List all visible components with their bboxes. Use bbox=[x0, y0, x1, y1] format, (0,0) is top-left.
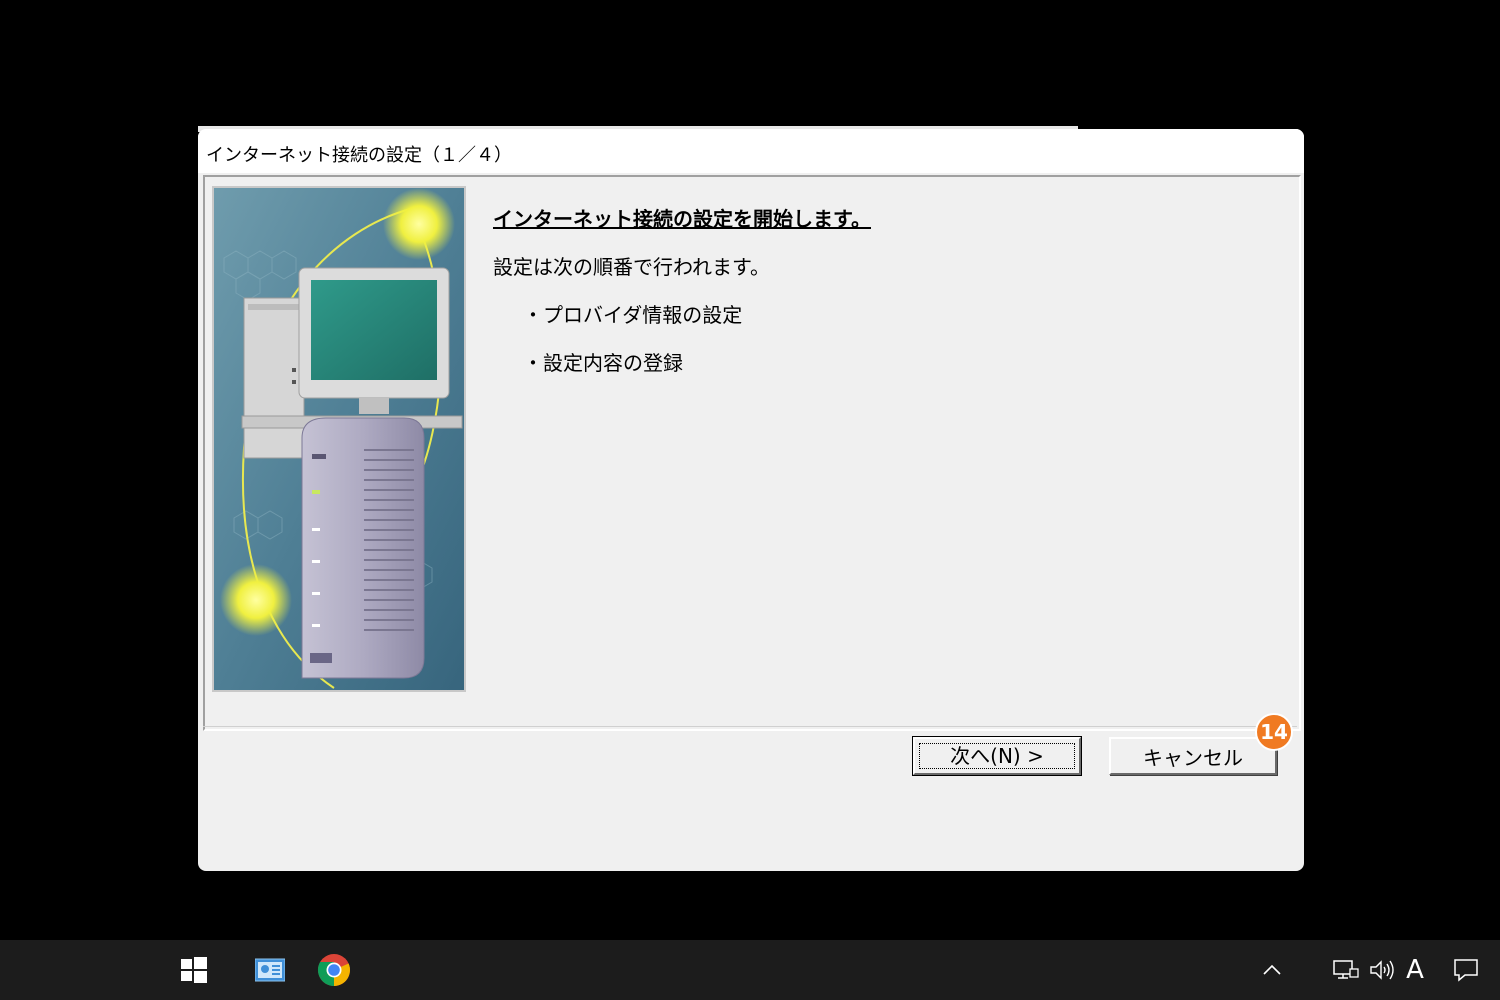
action-center-button[interactable] bbox=[1446, 940, 1486, 1000]
start-button[interactable] bbox=[170, 940, 218, 1000]
step-number-badge: 14 bbox=[1255, 713, 1293, 751]
notification-icon bbox=[1454, 959, 1478, 982]
desktop: インターネット接続の設定（１／４） インターネット接続の設定を開始します。 設定… bbox=[0, 0, 1500, 940]
wizard-intro-text: 設定は次の順番で行われます。 bbox=[493, 255, 770, 279]
step-register-settings: ・設定内容の登録 bbox=[523, 351, 683, 375]
chrome-icon bbox=[317, 954, 350, 987]
speaker-icon bbox=[1370, 960, 1394, 980]
tray-volume[interactable] bbox=[1364, 940, 1400, 1000]
step-provider-info: ・プロバイダ情報の設定 bbox=[523, 303, 743, 327]
cancel-button[interactable]: キャンセル bbox=[1109, 737, 1277, 775]
network-icon bbox=[1333, 960, 1359, 979]
dialog-title: インターネット接続の設定（１／４） bbox=[206, 145, 512, 166]
dialog-titlebar[interactable]: インターネット接続の設定（１／４） bbox=[198, 129, 1304, 173]
button-area-divider bbox=[203, 726, 1297, 727]
wizard-illustration bbox=[212, 186, 466, 692]
wizard-heading: インターネット接続の設定を開始します。 bbox=[493, 207, 871, 231]
ime-mode-indicator[interactable]: A bbox=[1398, 940, 1432, 1000]
tray-overflow-button[interactable] bbox=[1252, 940, 1292, 1000]
next-button[interactable]: 次へ(N) > bbox=[912, 736, 1082, 776]
windows-logo-icon bbox=[181, 957, 207, 983]
tray-network[interactable] bbox=[1328, 940, 1364, 1000]
setup-wizard-dialog: インターネット接続の設定（１／４） インターネット接続の設定を開始します。 設定… bbox=[198, 129, 1304, 871]
next-button-label: 次へ(N) > bbox=[950, 744, 1044, 768]
chevron-up-icon bbox=[1263, 964, 1281, 975]
taskbar-control-panel-app[interactable] bbox=[246, 940, 294, 1000]
wizard-content-panel: インターネット接続の設定を開始します。 設定は次の順番で行われます。 ・プロバイ… bbox=[203, 175, 1301, 731]
control-panel-icon bbox=[255, 958, 285, 982]
taskbar: A bbox=[0, 940, 1500, 1000]
taskbar-chrome-app[interactable] bbox=[310, 940, 358, 1000]
